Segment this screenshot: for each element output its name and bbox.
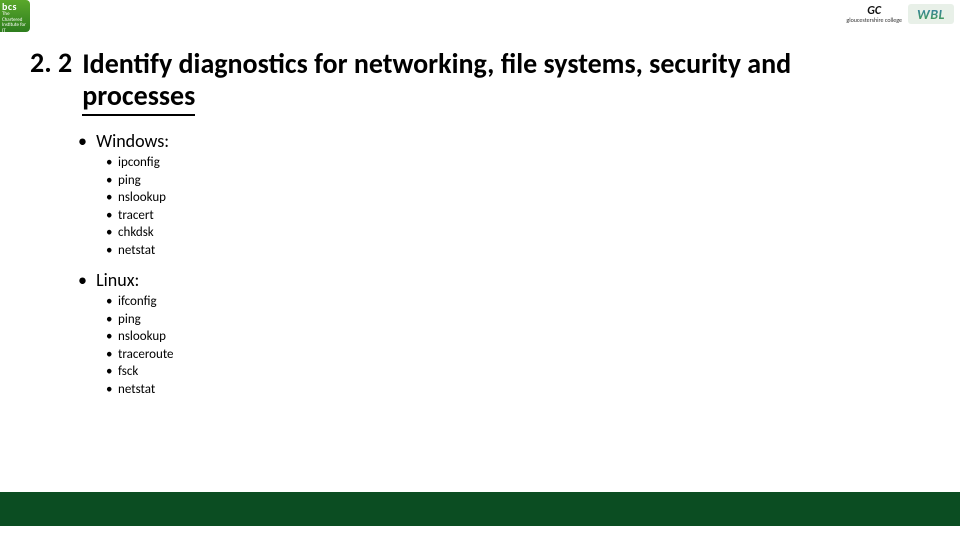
- list-item-text: nslookup: [118, 329, 166, 344]
- list-item: •tracert: [106, 207, 174, 225]
- bullet-icon: •: [106, 311, 118, 329]
- bcs-logo-tagline: The Chartered Institute for IT: [2, 11, 26, 34]
- list-item: •netstat: [106, 381, 174, 399]
- bottom-bar: [0, 492, 960, 526]
- list-item-text: traceroute: [118, 347, 174, 362]
- bullet-icon: •: [106, 242, 118, 260]
- list-item-text: ipconfig: [118, 155, 160, 170]
- list-item: •fsck: [106, 363, 174, 381]
- bullet-icon: •: [106, 224, 118, 242]
- section-heading-windows: • Windows:: [78, 130, 174, 152]
- list-item: •nslookup: [106, 189, 174, 207]
- section-label: Linux:: [96, 269, 139, 291]
- list-item: •chkdsk: [106, 224, 174, 242]
- list-item-text: nslookup: [118, 190, 166, 205]
- list-item: •netstat: [106, 242, 174, 260]
- top-right-logos: GC gloucestershire college WBL: [846, 4, 954, 24]
- slide-body: • Windows: •ipconfig •ping •nslookup •tr…: [78, 130, 174, 409]
- list-item: •ipconfig: [106, 154, 174, 172]
- list-item: •ping: [106, 311, 174, 329]
- bullet-icon: •: [106, 328, 118, 346]
- heading-number: 2. 2: [30, 48, 82, 79]
- bullet-icon: •: [106, 346, 118, 364]
- bullet-icon: •: [106, 293, 118, 311]
- list-item-text: tracert: [118, 208, 154, 223]
- section-heading-linux: • Linux:: [78, 269, 174, 291]
- heading-line1: Identify diagnostics for networking, fil…: [82, 46, 791, 81]
- list-item-text: netstat: [118, 243, 155, 258]
- gc-logo-name: gloucestershire college: [846, 16, 902, 24]
- wbl-logo: WBL: [908, 4, 954, 24]
- bullet-icon: •: [78, 130, 92, 152]
- bullet-icon: •: [106, 207, 118, 225]
- list-item-text: ping: [118, 312, 141, 327]
- linux-list: •ifconfig •ping •nslookup •traceroute •f…: [106, 293, 174, 398]
- bullet-icon: •: [106, 172, 118, 190]
- list-item-text: chkdsk: [118, 225, 154, 240]
- wbl-logo-text: WBL: [917, 6, 945, 23]
- list-item: •nslookup: [106, 328, 174, 346]
- bcs-logo: bcs The Chartered Institute for IT: [0, 0, 30, 32]
- slide-heading: 2. 2 Identify diagnostics for networking…: [30, 48, 930, 112]
- list-item: •traceroute: [106, 346, 174, 364]
- bullet-icon: •: [106, 381, 118, 399]
- list-item-text: fsck: [118, 364, 138, 379]
- section-label: Windows:: [96, 130, 169, 152]
- bullet-icon: •: [106, 154, 118, 172]
- bullet-icon: •: [106, 363, 118, 381]
- bullet-icon: •: [106, 189, 118, 207]
- list-item-text: netstat: [118, 382, 155, 397]
- gc-logo: GC gloucestershire college: [846, 5, 902, 23]
- list-item-text: ifconfig: [118, 294, 157, 309]
- heading-line2: processes: [82, 78, 195, 116]
- bullet-icon: •: [78, 269, 92, 291]
- list-item: •ping: [106, 172, 174, 190]
- heading-text: Identify diagnostics for networking, fil…: [82, 48, 791, 112]
- list-item-text: ping: [118, 173, 141, 188]
- windows-list: •ipconfig •ping •nslookup •tracert •chkd…: [106, 154, 174, 259]
- list-item: •ifconfig: [106, 293, 174, 311]
